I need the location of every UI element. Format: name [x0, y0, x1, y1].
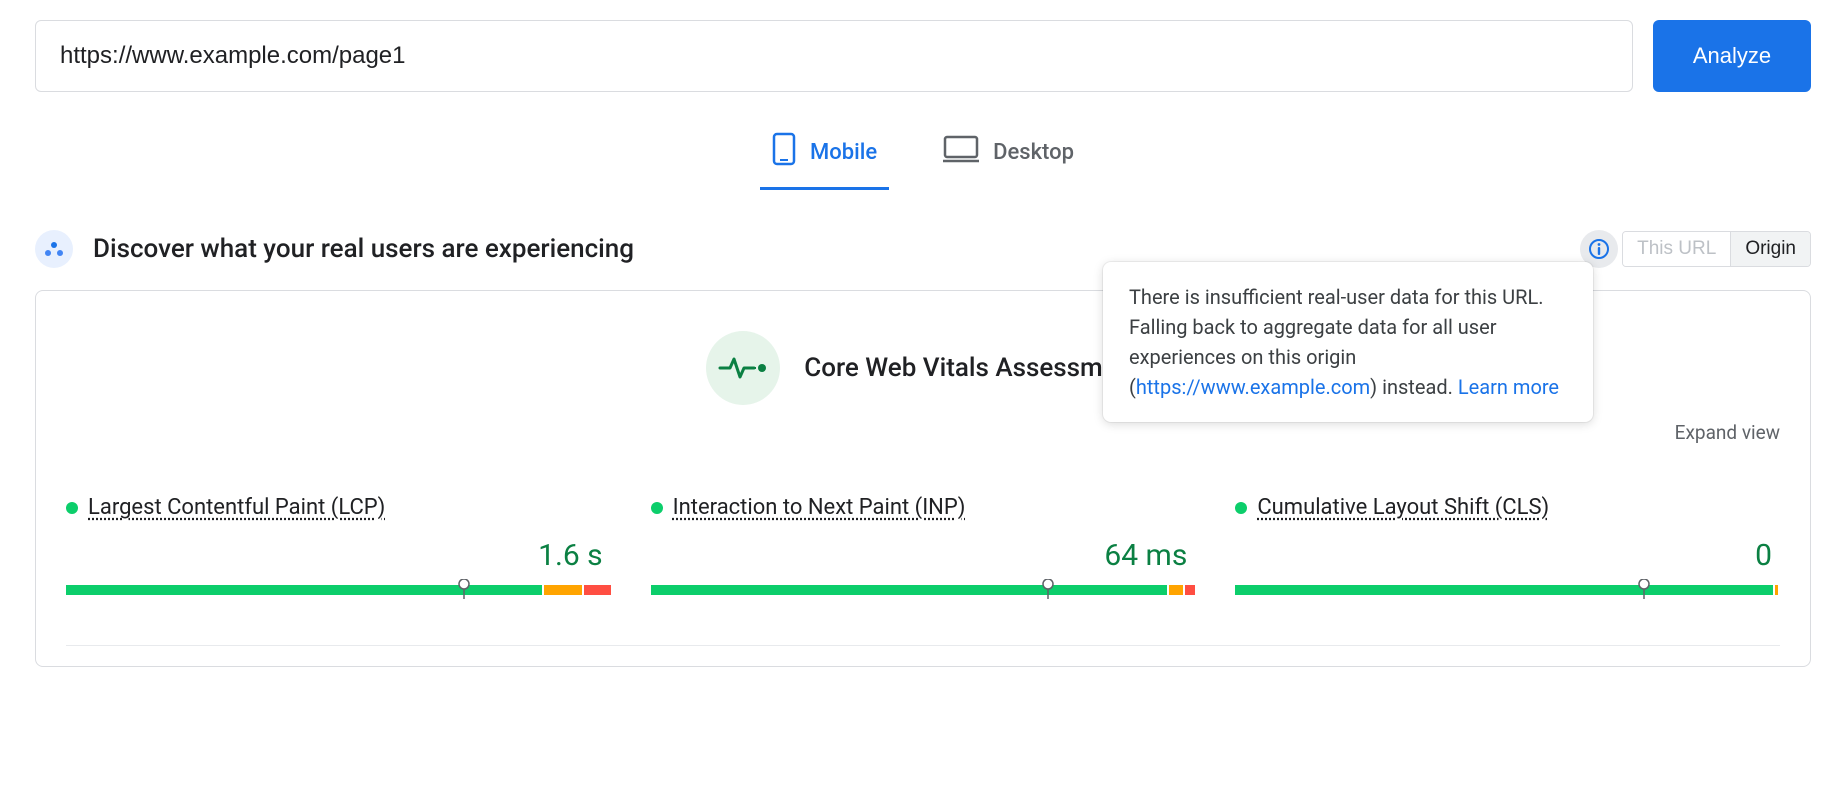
- crux-icon: [35, 230, 73, 268]
- metrics-row: Largest Contentful Paint (LCP) 1.6 s Int…: [66, 495, 1780, 595]
- tab-desktop[interactable]: Desktop: [935, 122, 1082, 190]
- assessment-title: Core Web Vitals Assessment: [804, 353, 1140, 383]
- metric-cls: Cumulative Layout Shift (CLS) 0: [1235, 495, 1780, 595]
- desktop-icon: [943, 135, 979, 169]
- metric-lcp-name[interactable]: Largest Contentful Paint (LCP): [88, 495, 385, 520]
- status-dot-icon: [66, 502, 78, 514]
- section-header: Discover what your real users are experi…: [35, 230, 1811, 268]
- tooltip-text-2: ) instead.: [1370, 375, 1458, 399]
- tooltip-origin-link[interactable]: https://www.example.com: [1136, 375, 1370, 399]
- metric-inp-value: 64 ms: [651, 538, 1196, 573]
- metric-cls-name[interactable]: Cumulative Layout Shift (CLS): [1257, 495, 1549, 520]
- marker-icon: [458, 579, 470, 599]
- metric-lcp-value: 1.6 s: [66, 538, 611, 573]
- metric-inp-bar: [651, 585, 1196, 595]
- tab-mobile[interactable]: Mobile: [764, 122, 885, 190]
- toggle-this-url: This URL: [1623, 232, 1730, 266]
- analyze-button[interactable]: Analyze: [1653, 20, 1811, 92]
- marker-icon: [1042, 579, 1054, 599]
- section-title: Discover what your real users are experi…: [93, 234, 634, 264]
- scope-toggle: This URL Origin: [1622, 231, 1811, 267]
- mobile-icon: [772, 132, 796, 172]
- pulse-icon: [706, 331, 780, 405]
- divider: [66, 645, 1780, 646]
- info-tooltip: There is insufficient real-user data for…: [1103, 262, 1593, 422]
- tab-mobile-label: Mobile: [810, 140, 877, 165]
- status-dot-icon: [1235, 502, 1247, 514]
- tab-desktop-label: Desktop: [993, 140, 1074, 165]
- device-tabs: Mobile Desktop: [35, 122, 1811, 190]
- metric-lcp-bar: [66, 585, 611, 595]
- tooltip-learn-more-link[interactable]: Learn more: [1458, 375, 1559, 399]
- metric-cls-value: 0: [1235, 538, 1780, 573]
- metric-cls-bar: [1235, 585, 1780, 595]
- status-dot-icon: [651, 502, 663, 514]
- metric-inp-name[interactable]: Interaction to Next Paint (INP): [673, 495, 966, 520]
- metric-inp: Interaction to Next Paint (INP) 64 ms: [651, 495, 1196, 595]
- metric-lcp: Largest Contentful Paint (LCP) 1.6 s: [66, 495, 611, 595]
- toggle-origin[interactable]: Origin: [1730, 232, 1810, 266]
- url-input[interactable]: [35, 20, 1633, 92]
- search-row: Analyze: [35, 20, 1811, 92]
- expand-view-link[interactable]: Expand view: [1675, 421, 1780, 444]
- marker-icon: [1638, 579, 1650, 599]
